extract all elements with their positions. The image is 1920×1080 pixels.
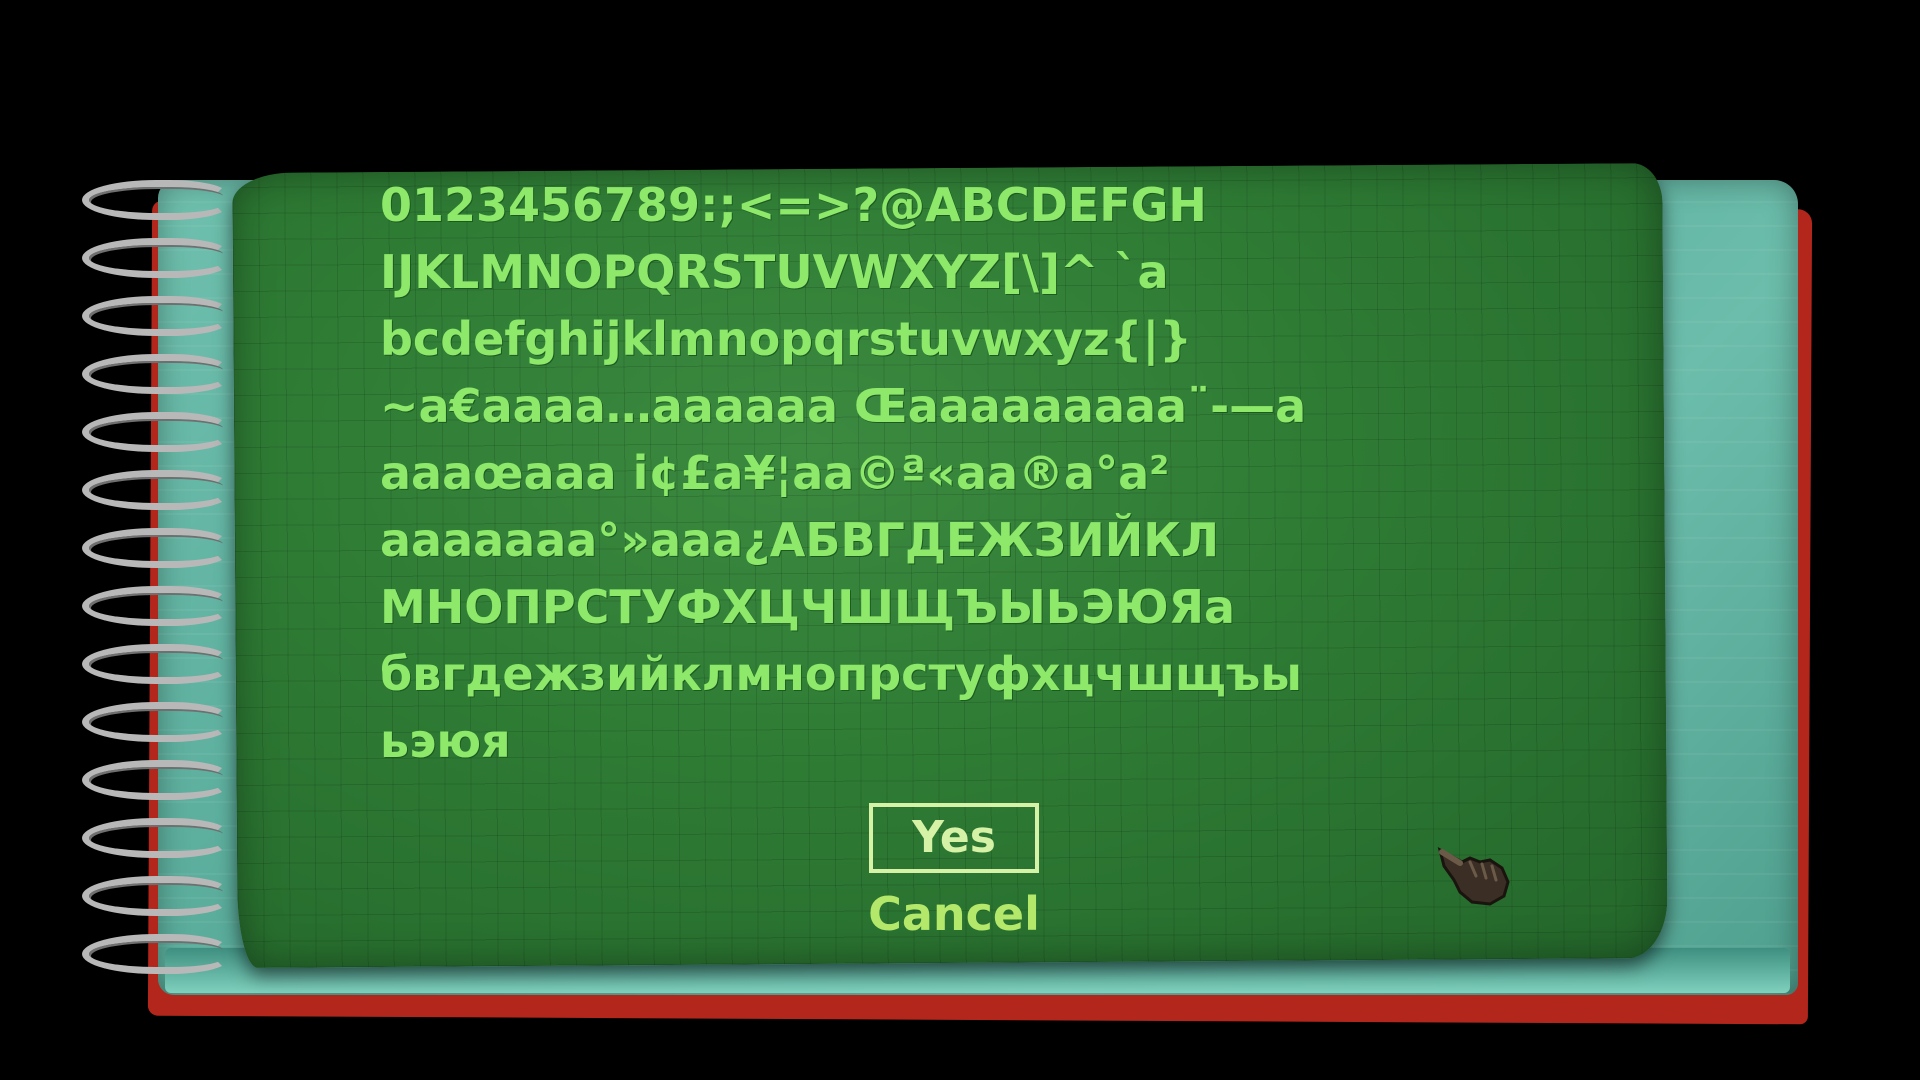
spiral-ring [82,586,230,626]
glyph-row: ~a€aaaa…aaaaaa Œaaaaaaaaa¨-—a [380,379,1307,433]
glyph-row: ьэюя [380,714,511,768]
yes-button[interactable]: Yes [869,803,1039,873]
glyph-row: aaaœaaa i¢£a¥¦aa©ª«aa®a°a² [380,446,1170,500]
glyph-row: 0123456789:;<=>?@ABCDEFGH [380,178,1207,232]
spiral-ring [82,644,230,684]
spiral-ring [82,180,230,220]
spiral-ring [82,296,230,336]
glyph-row: IJKLMNOPQRSTUVWXYZ[\]^ `a [380,245,1169,299]
dialog-buttons: Yes Cancel [830,803,1090,943]
game-screen: 0123456789:;<=>?@ABCDEFGH IJKLMNOPQRSTUV… [0,0,1920,1080]
spiral-ring [82,528,230,568]
spiral-ring [82,470,230,510]
glyph-row: aaaaaaa°»aaa¿АБВГДЕЖЗИЙКЛ [380,513,1220,567]
spiral-ring [82,934,230,974]
spiral-ring [82,412,230,452]
spiral-ring [82,818,230,858]
glyph-row: МНОПРСТУФХЦЧШЩЪЫЬЭЮЯа [380,580,1236,634]
cancel-button[interactable]: Cancel [830,885,1078,943]
spiral-ring [82,238,230,278]
spiral-ring [82,876,230,916]
spiral-ring [82,760,230,800]
spiral-binding [82,180,232,1010]
spiral-ring [82,702,230,742]
spiral-ring [82,354,230,394]
glyph-row: бвгдежзийклмнопрстуфхцчшщъы [380,647,1302,701]
glyph-row: bcdefghijklmnopqrstuvwxyz{|} [380,312,1193,366]
glyph-sheet: 0123456789:;<=>?@ABCDEFGH IJKLMNOPQRSTUV… [380,172,1560,782]
pointing-hand-icon [1437,847,1510,906]
